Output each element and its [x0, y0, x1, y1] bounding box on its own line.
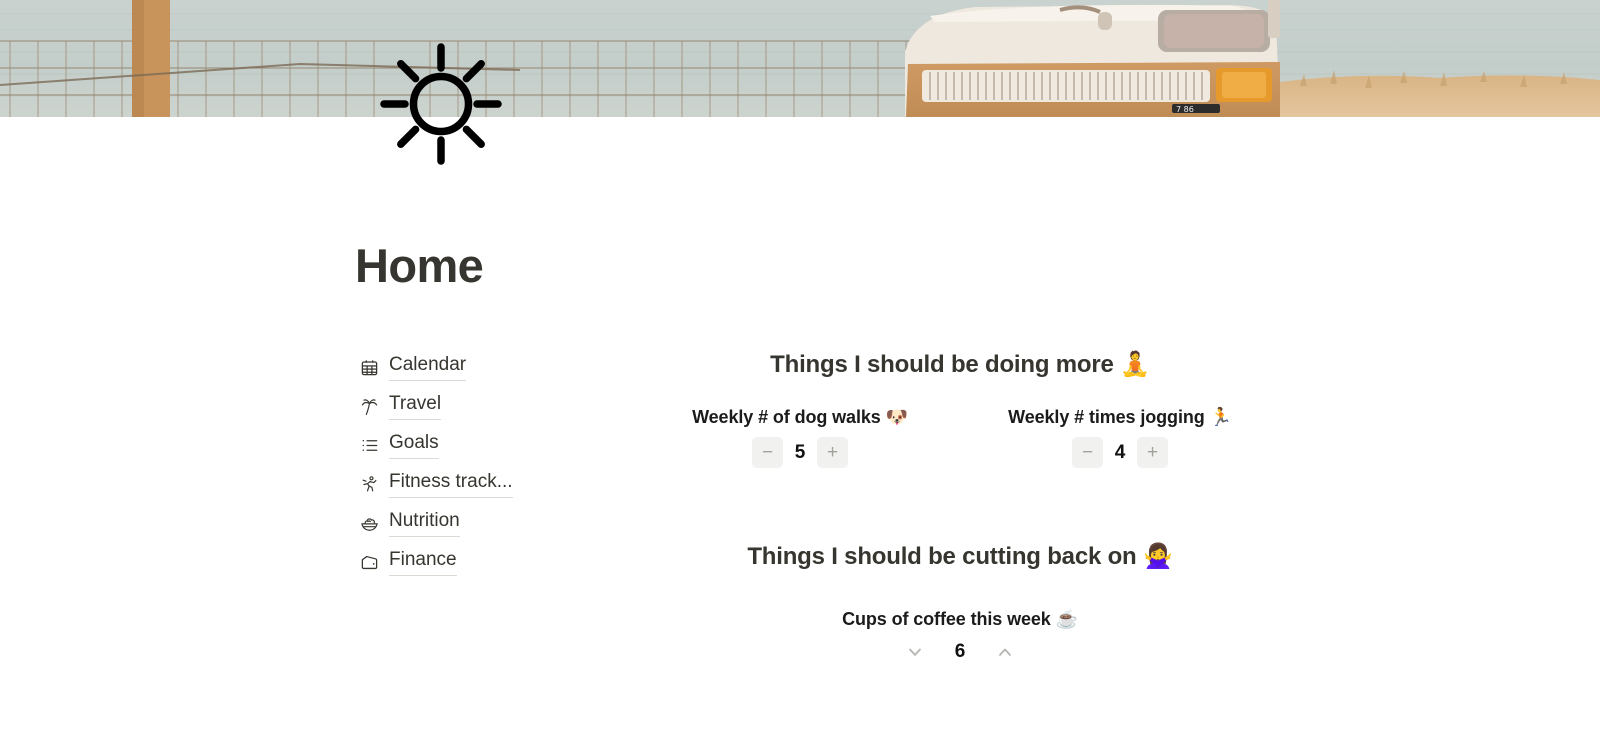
counter-value: 4 [1114, 441, 1126, 463]
running-person-icon [358, 474, 380, 496]
counter-row-doing-more: Weekly # of dog walks 🐶 − 5 + Weekly # t… [640, 407, 1280, 468]
svg-text:7 86: 7 86 [1176, 105, 1194, 114]
calendar-icon [358, 357, 380, 379]
sidebar-item-goals[interactable]: Goals [358, 426, 618, 465]
page-title: Home [355, 239, 484, 292]
sidebar-item-label: Goals [389, 432, 439, 459]
section-heading-doing-more: Things I should be doing more 🧘 [770, 351, 1150, 378]
sidebar-item-nutrition[interactable]: Nutrition [358, 504, 618, 543]
sidebar-item-fitness-tracker[interactable]: Fitness track... [358, 465, 618, 504]
stepper-coffee: 6 [903, 640, 1017, 664]
chevron-up-icon [995, 642, 1015, 662]
section-heading-cutting-back: Things I should be cutting back on 🙅‍♀️ [747, 543, 1173, 570]
counter-label: Weekly # of dog walks 🐶 [692, 407, 908, 427]
sidebar-item-finance[interactable]: Finance [358, 543, 618, 582]
salad-bowl-icon [358, 513, 380, 535]
counter-jogging: Weekly # times jogging 🏃 − 4 + [960, 407, 1280, 468]
stepper-dog-walks: − 5 + [752, 437, 848, 468]
counter-label: Weekly # times jogging 🏃 [1008, 407, 1232, 427]
increment-button[interactable] [993, 640, 1017, 664]
decrement-button[interactable]: − [752, 437, 783, 468]
palm-tree-icon [358, 396, 380, 418]
list-icon [358, 435, 380, 457]
increment-button[interactable]: + [817, 437, 848, 468]
counter-value: 6 [954, 641, 966, 662]
page-content: Home Calendar Travel Goals Fitness track… [0, 117, 1600, 739]
sidebar-item-label: Travel [389, 393, 442, 420]
wallet-icon [358, 552, 380, 574]
counter-dog-walks: Weekly # of dog walks 🐶 − 5 + [640, 407, 960, 468]
sidebar-item-travel[interactable]: Travel [358, 387, 618, 426]
decrement-button[interactable] [903, 640, 927, 664]
sidebar-item-label: Finance [389, 549, 457, 576]
banner-image: 7 86 [0, 0, 1600, 117]
decrement-button[interactable]: − [1072, 437, 1103, 468]
page-root: 7 86 Home Calendar Travel Goals Fitness … [0, 0, 1600, 739]
sidebar-item-label: Nutrition [389, 510, 460, 537]
counter-label: Cups of coffee this week ☕ [842, 609, 1078, 629]
sidebar-item-calendar[interactable]: Calendar [358, 348, 618, 387]
page-link-list: Calendar Travel Goals Fitness track... N… [358, 348, 618, 582]
chevron-down-icon [905, 642, 925, 662]
increment-button[interactable]: + [1137, 437, 1168, 468]
counter-value: 5 [794, 441, 806, 463]
page-cover-banner[interactable]: 7 86 [0, 0, 1600, 117]
sidebar-item-label: Calendar [389, 354, 467, 381]
stepper-jogging: − 4 + [1072, 437, 1168, 468]
sidebar-item-label: Fitness track... [389, 471, 513, 498]
counter-coffee: Cups of coffee this week ☕ 6 [640, 609, 1280, 664]
